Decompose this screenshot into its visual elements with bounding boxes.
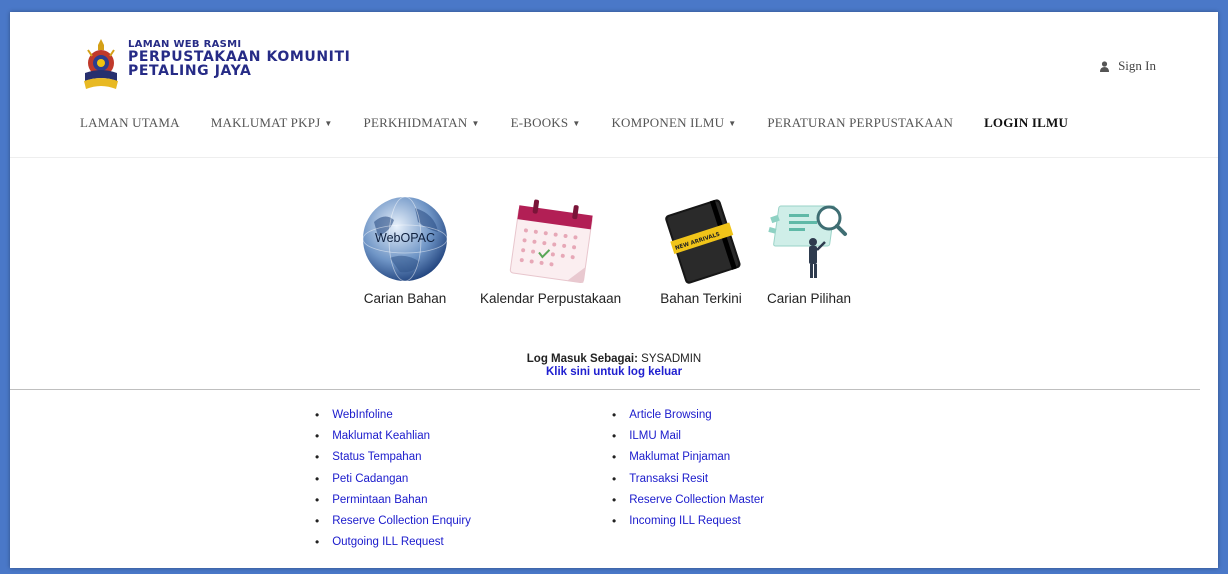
nav-label: LOGIN ILMU [984,115,1069,130]
link-maklumat-pinjaman[interactable]: Maklumat Pinjaman [612,447,764,468]
logout-link[interactable]: Klik sini untuk log keluar [10,366,1218,379]
nav-perkhidmatan[interactable]: PERKHIDMATAN ▼ [364,115,480,131]
link-incoming-ill-request[interactable]: Incoming ILL Request [612,510,764,531]
crest-emblem-icon [84,39,118,89]
tile-label: Carian Pilihan [766,291,852,306]
link-outgoing-ill-request[interactable]: Outgoing ILL Request [315,532,471,553]
tile-carian-bahan[interactable]: WebOPAC Carian Bahan [360,190,450,306]
nav-label: E-BOOKS [510,115,569,130]
sign-in-label: Sign In [1118,58,1156,73]
nav-login-ilmu[interactable]: LOGIN ILMU [984,115,1068,131]
caret-down-icon: ▼ [471,118,480,128]
nav-maklumat-pkpj[interactable]: MAKLUMAT PKPJ ▼ [211,115,333,131]
login-status: Log Masuk Sebagai: SYSADMIN Klik sini un… [10,353,1218,379]
link-permintaan-bahan[interactable]: Permintaan Bahan [315,489,471,510]
browser-page: LAMAN WEB RASMI PERPUSTAKAAN KOMUNITI PE… [10,12,1218,568]
link-status-tempahan[interactable]: Status Tempahan [315,447,471,468]
search-person-icon [768,205,847,278]
logo-line-3: PETALING JAYA [128,63,252,79]
calendar-icon [509,199,593,284]
nav-label: KOMPONEN ILMU [611,115,725,130]
nav-peraturan-perpustakaan[interactable]: PERATURAN PERPUSTAKAAN [767,115,953,131]
main-nav: LAMAN UTAMA MAKLUMAT PKPJ ▼ PERKHIDMATAN ▼… [80,115,1099,131]
logo-line-2: PERPUSTAKAAN KOMUNITI [128,49,351,65]
caret-down-icon: ▼ [324,118,333,128]
tile-bahan-terkini[interactable]: NEW ARRIVALS Bahan Terkini [655,190,747,306]
tile-label: Bahan Terkini [660,291,742,306]
login-user: SYSADMIN [641,353,702,365]
logo-text: LAMAN WEB RASMI PERPUSTAKAAN KOMUNITI PE… [128,39,350,78]
user-icon [1100,60,1110,72]
login-prefix: Log Masuk Sebagai: [526,353,638,365]
link-reserve-collection-enquiry[interactable]: Reserve Collection Enquiry [315,510,471,531]
link-reserve-collection-master[interactable]: Reserve Collection Master [612,489,764,510]
tile-carian-pilihan[interactable]: Carian Pilihan [763,190,855,306]
site-header: LAMAN WEB RASMI PERPUSTAKAAN KOMUNITI PE… [10,12,1218,158]
links-left: WebInfoline Maklumat Keahlian Status Tem… [315,404,471,553]
nav-label: PERATURAN PERPUSTAKAAN [767,115,954,130]
link-transaksi-resit[interactable]: Transaksi Resit [612,468,764,489]
link-webinfoline[interactable]: WebInfoline [315,404,471,425]
section-divider [10,389,1200,390]
tile-label: Kalendar Perpustakaan [480,291,622,306]
nav-label: LAMAN UTAMA [80,115,180,130]
webopac-globe-icon: WebOPAC [362,196,448,282]
link-peti-cadangan[interactable]: Peti Cadangan [315,468,471,489]
links-right: Article Browsing ILMU Mail Maklumat Pinj… [612,404,764,532]
tile-kalendar-perpustakaan[interactable]: Kalendar Perpustakaan [480,190,621,306]
nav-laman-utama[interactable]: LAMAN UTAMA [80,115,180,131]
caret-down-icon: ▼ [728,118,737,128]
tile-label: Carian Bahan [363,291,447,306]
site-logo[interactable]: LAMAN WEB RASMI PERPUSTAKAAN KOMUNITI PE… [80,37,350,91]
globe-text: WebOPAC [375,231,435,245]
link-ilmu-mail[interactable]: ILMU Mail [612,425,764,446]
sign-in-link[interactable]: Sign In [1100,58,1156,74]
nav-label: PERKHIDMATAN [363,115,468,130]
nav-e-books[interactable]: E-BOOKS ▼ [511,115,581,131]
link-article-browsing[interactable]: Article Browsing [612,404,764,425]
link-maklumat-keahlian[interactable]: Maklumat Keahlian [315,425,471,446]
nav-label: MAKLUMAT PKPJ [210,115,321,130]
login-line: Log Masuk Sebagai: SYSADMIN [10,353,1218,366]
nav-komponen-ilmu[interactable]: KOMPONEN ILMU ▼ [611,115,736,131]
caret-down-icon: ▼ [572,118,581,128]
notebook-icon: NEW ARRIVALS [665,199,741,284]
